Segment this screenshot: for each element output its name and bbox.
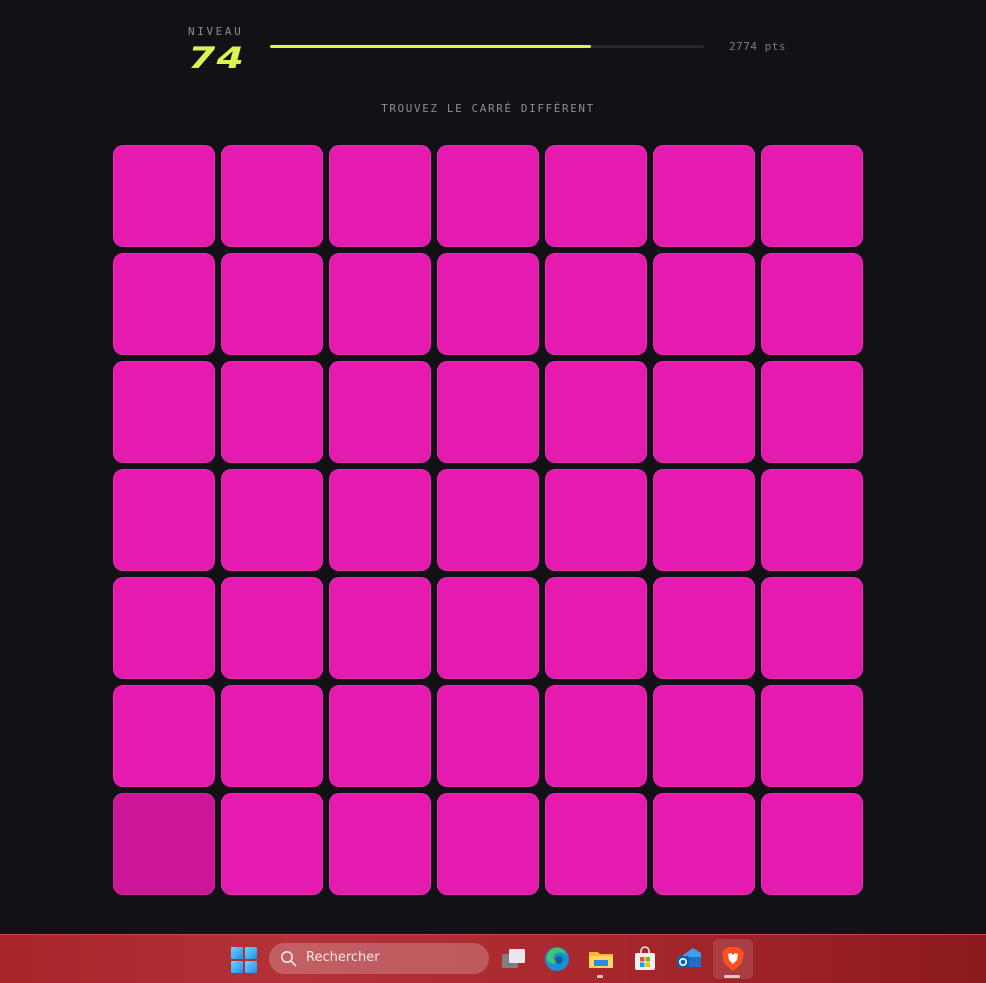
file-explorer-running-indicator (597, 975, 603, 978)
tile[interactable] (761, 145, 863, 247)
tile[interactable] (761, 577, 863, 679)
tile[interactable] (437, 793, 539, 895)
color-tile-grid (113, 145, 863, 895)
tile[interactable] (221, 145, 323, 247)
tile[interactable] (545, 469, 647, 571)
level-number: 74 (188, 41, 246, 75)
task-view-icon[interactable] (500, 945, 528, 973)
tile[interactable] (437, 253, 539, 355)
tile[interactable] (437, 577, 539, 679)
tile[interactable] (545, 577, 647, 679)
taskbar-search-box[interactable]: Rechercher (269, 943, 489, 974)
tile[interactable] (329, 361, 431, 463)
tile[interactable] (653, 145, 755, 247)
tile[interactable] (437, 685, 539, 787)
search-icon (281, 951, 297, 967)
tile[interactable] (113, 685, 215, 787)
microsoft-store-icon[interactable] (631, 945, 659, 973)
tile[interactable] (221, 685, 323, 787)
file-explorer-icon[interactable] (587, 945, 615, 973)
tile[interactable] (545, 253, 647, 355)
tile[interactable] (113, 361, 215, 463)
tile[interactable] (221, 469, 323, 571)
tile[interactable] (437, 361, 539, 463)
tile[interactable] (545, 361, 647, 463)
tile[interactable] (761, 469, 863, 571)
tile[interactable] (329, 685, 431, 787)
brave-icon[interactable] (719, 945, 747, 973)
tile[interactable] (329, 793, 431, 895)
tile-odd[interactable] (113, 793, 215, 895)
tile[interactable] (653, 793, 755, 895)
tile[interactable] (437, 145, 539, 247)
windows-taskbar: Rechercher (0, 934, 986, 983)
tile[interactable] (761, 253, 863, 355)
windows-start-icon[interactable] (231, 947, 257, 973)
tile[interactable] (545, 793, 647, 895)
tile[interactable] (113, 469, 215, 571)
tile[interactable] (221, 793, 323, 895)
tile[interactable] (329, 469, 431, 571)
level-label: NIVEAU (188, 25, 244, 38)
tile[interactable] (113, 577, 215, 679)
level-progress-fill (270, 45, 592, 48)
tile[interactable] (653, 577, 755, 679)
tile[interactable] (329, 577, 431, 679)
instruction-text: TROUVEZ LE CARRÉ DIFFÉRENT (381, 102, 595, 115)
tile[interactable] (113, 253, 215, 355)
tile[interactable] (653, 253, 755, 355)
tile[interactable] (329, 145, 431, 247)
search-placeholder: Rechercher (306, 950, 380, 965)
tile[interactable] (653, 469, 755, 571)
tile[interactable] (653, 361, 755, 463)
tile[interactable] (329, 253, 431, 355)
tile[interactable] (221, 253, 323, 355)
tile[interactable] (437, 469, 539, 571)
edge-icon[interactable] (543, 945, 571, 973)
level-progress-bar (270, 45, 704, 48)
brave-running-indicator (724, 975, 740, 978)
score-text: 2774 pts (729, 40, 786, 53)
tile[interactable] (113, 145, 215, 247)
game-screen: NIVEAU 74 2774 pts TROUVEZ LE CARRÉ DIFF… (0, 0, 986, 934)
tile[interactable] (545, 685, 647, 787)
tile[interactable] (221, 361, 323, 463)
tile[interactable] (545, 145, 647, 247)
tile[interactable] (761, 685, 863, 787)
tile[interactable] (761, 793, 863, 895)
tile[interactable] (221, 577, 323, 679)
outlook-icon[interactable] (675, 945, 703, 973)
tile[interactable] (761, 361, 863, 463)
tile[interactable] (653, 685, 755, 787)
